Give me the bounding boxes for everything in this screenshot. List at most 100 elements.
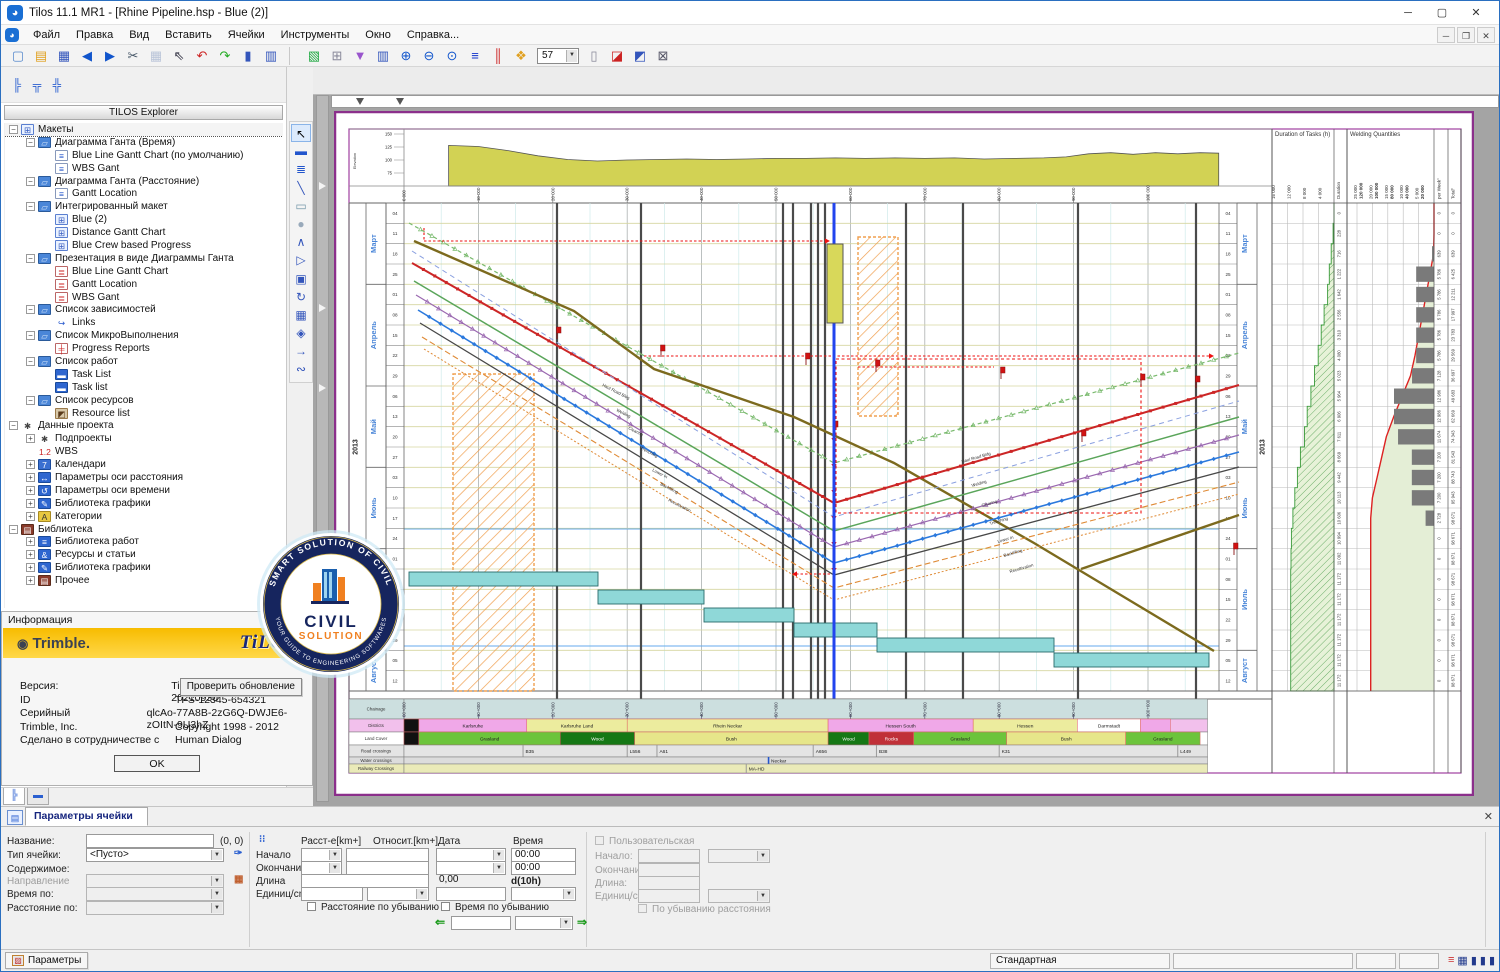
ruler-marker[interactable] (319, 182, 326, 190)
forward-button[interactable]: ▶ (99, 46, 121, 65)
end-time-input[interactable]: 00:00 (511, 861, 576, 875)
distance-desc-checkbox[interactable] (307, 902, 316, 911)
tree-expander-icon[interactable]: + (26, 460, 35, 470)
tab-cell-params[interactable]: Параметры ячейки (25, 807, 148, 826)
tree-item[interactable]: + ↔ Параметры оси расстояния (5, 471, 283, 484)
menu-Вид[interactable]: Вид (121, 25, 157, 45)
zoom-level-combo[interactable]: 57 ▼ (537, 47, 579, 64)
start-rel-input[interactable] (346, 848, 429, 862)
tree-expander-icon[interactable]: + (26, 511, 35, 521)
cut-button[interactable]: ✂ (122, 46, 144, 65)
open-button[interactable]: ▤ (30, 46, 52, 65)
tree-expander-icon[interactable]: − (26, 202, 35, 212)
ellipse-tool[interactable]: ● (291, 215, 311, 233)
undo-button[interactable]: ↶ (191, 46, 213, 65)
tree-item[interactable]: + & Ресурсы и статьи (5, 548, 283, 561)
tree-item[interactable]: − ▱ Список работ (5, 355, 283, 368)
tree-expander-icon[interactable]: + (26, 498, 35, 508)
menu-Окно[interactable]: Окно (357, 25, 399, 45)
tree-item[interactable]: − ▤ Библиотека (5, 523, 283, 536)
tree-expander-icon[interactable]: + (26, 563, 35, 573)
time-units-input[interactable] (436, 887, 506, 901)
check-update-button[interactable]: Проверить обновление (179, 678, 302, 696)
direction-select[interactable]: ▼ (86, 874, 224, 888)
time-units-combo[interactable]: ▼ (511, 887, 576, 901)
filter-button[interactable]: ▼ (349, 46, 371, 65)
zoom-region-button[interactable]: ⊙ (441, 46, 463, 65)
tree-item[interactable]: + ▤ Прочее (5, 574, 283, 587)
custom-length-input[interactable] (638, 876, 700, 890)
ruler-marker[interactable] (319, 304, 326, 312)
tree-item[interactable]: + ✎ Библиотека графики (5, 497, 283, 510)
time-by-select[interactable]: ▼ (86, 887, 224, 901)
tree-expander-icon[interactable]: − (26, 331, 35, 341)
close-button[interactable]: ✕ (1459, 2, 1493, 24)
tree-item[interactable]: − ▱ Список зависимостей (5, 303, 283, 316)
pan-button[interactable]: ❖ (510, 46, 532, 65)
rect-tool[interactable]: ▭ (291, 197, 311, 215)
units-input[interactable] (301, 887, 363, 901)
tree-expander-icon[interactable]: − (26, 253, 35, 263)
save-button[interactable]: ▦ (53, 46, 75, 65)
distance-by-select[interactable]: ▼ (86, 901, 224, 915)
mark-blue-button[interactable]: ◩ (629, 46, 651, 65)
name-input[interactable] (86, 834, 214, 848)
tree-expander-icon[interactable]: + (26, 472, 35, 482)
zoom-out-button[interactable]: ⊖ (418, 46, 440, 65)
tree-expander-icon[interactable]: + (26, 485, 35, 495)
tree-expander-icon[interactable]: + (26, 576, 35, 586)
whats-this-button[interactable]: ⇖ (168, 46, 190, 65)
tree-item[interactable]: + ≡ Библиотека работ (5, 536, 283, 549)
rotate-tool[interactable]: ↻ (291, 288, 311, 306)
tree-item[interactable]: − ▱ Диаграмма Ганта (Время) (5, 136, 283, 149)
image-tool[interactable]: ◈ (291, 324, 311, 342)
end-rel-input[interactable] (346, 861, 429, 875)
tree-tool-2[interactable]: ╬ (47, 76, 67, 94)
minimize-button[interactable]: ─ (1391, 2, 1425, 24)
cells-button[interactable]: ⊞ (326, 46, 348, 65)
back-button[interactable]: ◀ (76, 46, 98, 65)
tree-item[interactable]: ⊞ Blue (2) (5, 213, 283, 226)
tree-item[interactable]: − ▱ Интегрированный макет (5, 200, 283, 213)
tree-item[interactable]: 1.2 WBS (5, 445, 283, 458)
tree-expander-icon[interactable]: − (9, 421, 18, 431)
key-tool[interactable]: ∾ (291, 360, 311, 378)
tree-item[interactable]: ≣ Gantt Location (5, 278, 283, 291)
menu-Файл[interactable]: Файл (25, 25, 68, 45)
vertical-ruler[interactable] (316, 95, 329, 802)
tree-expander-icon[interactable]: + (26, 550, 35, 560)
status-view-icon-0[interactable]: ≡ (1448, 954, 1454, 967)
start-time-input[interactable]: 00:00 (511, 848, 576, 862)
menu-Правка[interactable]: Правка (68, 25, 121, 45)
ok-button[interactable]: OK (114, 755, 200, 772)
custom-end-input[interactable] (638, 863, 700, 877)
tree-item[interactable]: ≡ WBS Gant (5, 162, 283, 175)
custom-units-input[interactable] (638, 889, 700, 903)
tree-expander-icon[interactable]: − (26, 356, 35, 366)
tree-item[interactable]: + A Категории (5, 510, 283, 523)
start-dist-combo[interactable]: ▼ (301, 848, 342, 862)
menu-Справка[interactable]: Справка... (399, 25, 467, 45)
zoom-in-button[interactable]: ⊕ (395, 46, 417, 65)
task-tool[interactable]: ▬ (291, 142, 311, 160)
ruler-marker[interactable] (396, 98, 404, 105)
ruler-marker[interactable] (356, 98, 364, 105)
grid-button[interactable]: ▦ (145, 46, 167, 65)
tree-tool-0[interactable]: ╠ (7, 76, 27, 94)
step-forward-icon[interactable]: ⇒ (577, 915, 587, 929)
custom-start-input[interactable] (638, 849, 700, 863)
polyline-tool[interactable]: ∧ (291, 233, 311, 251)
tree-expander-icon[interactable]: − (9, 124, 18, 134)
params-status-button[interactable]: ▨ Параметры (5, 952, 89, 969)
tree-item[interactable]: ≡ Blue Line Gantt Chart (по умолчанию) (5, 149, 283, 162)
start-date-combo[interactable]: ▼ (436, 848, 506, 862)
step-combo[interactable]: ▼ (515, 916, 573, 930)
mdi-minimize-button[interactable]: ─ (1437, 26, 1455, 43)
end-date-combo[interactable]: ▼ (436, 861, 506, 875)
paste-tool[interactable]: ▣ (291, 270, 311, 288)
tree-item[interactable]: ≡ Gantt Location (5, 187, 283, 200)
tree-item[interactable]: + ✱ Подпроекты (5, 432, 283, 445)
sheet-button[interactable]: ▧ (303, 46, 325, 65)
maximize-button[interactable]: ▢ (1425, 2, 1459, 24)
mdi-close-button[interactable]: ✕ (1477, 26, 1495, 43)
